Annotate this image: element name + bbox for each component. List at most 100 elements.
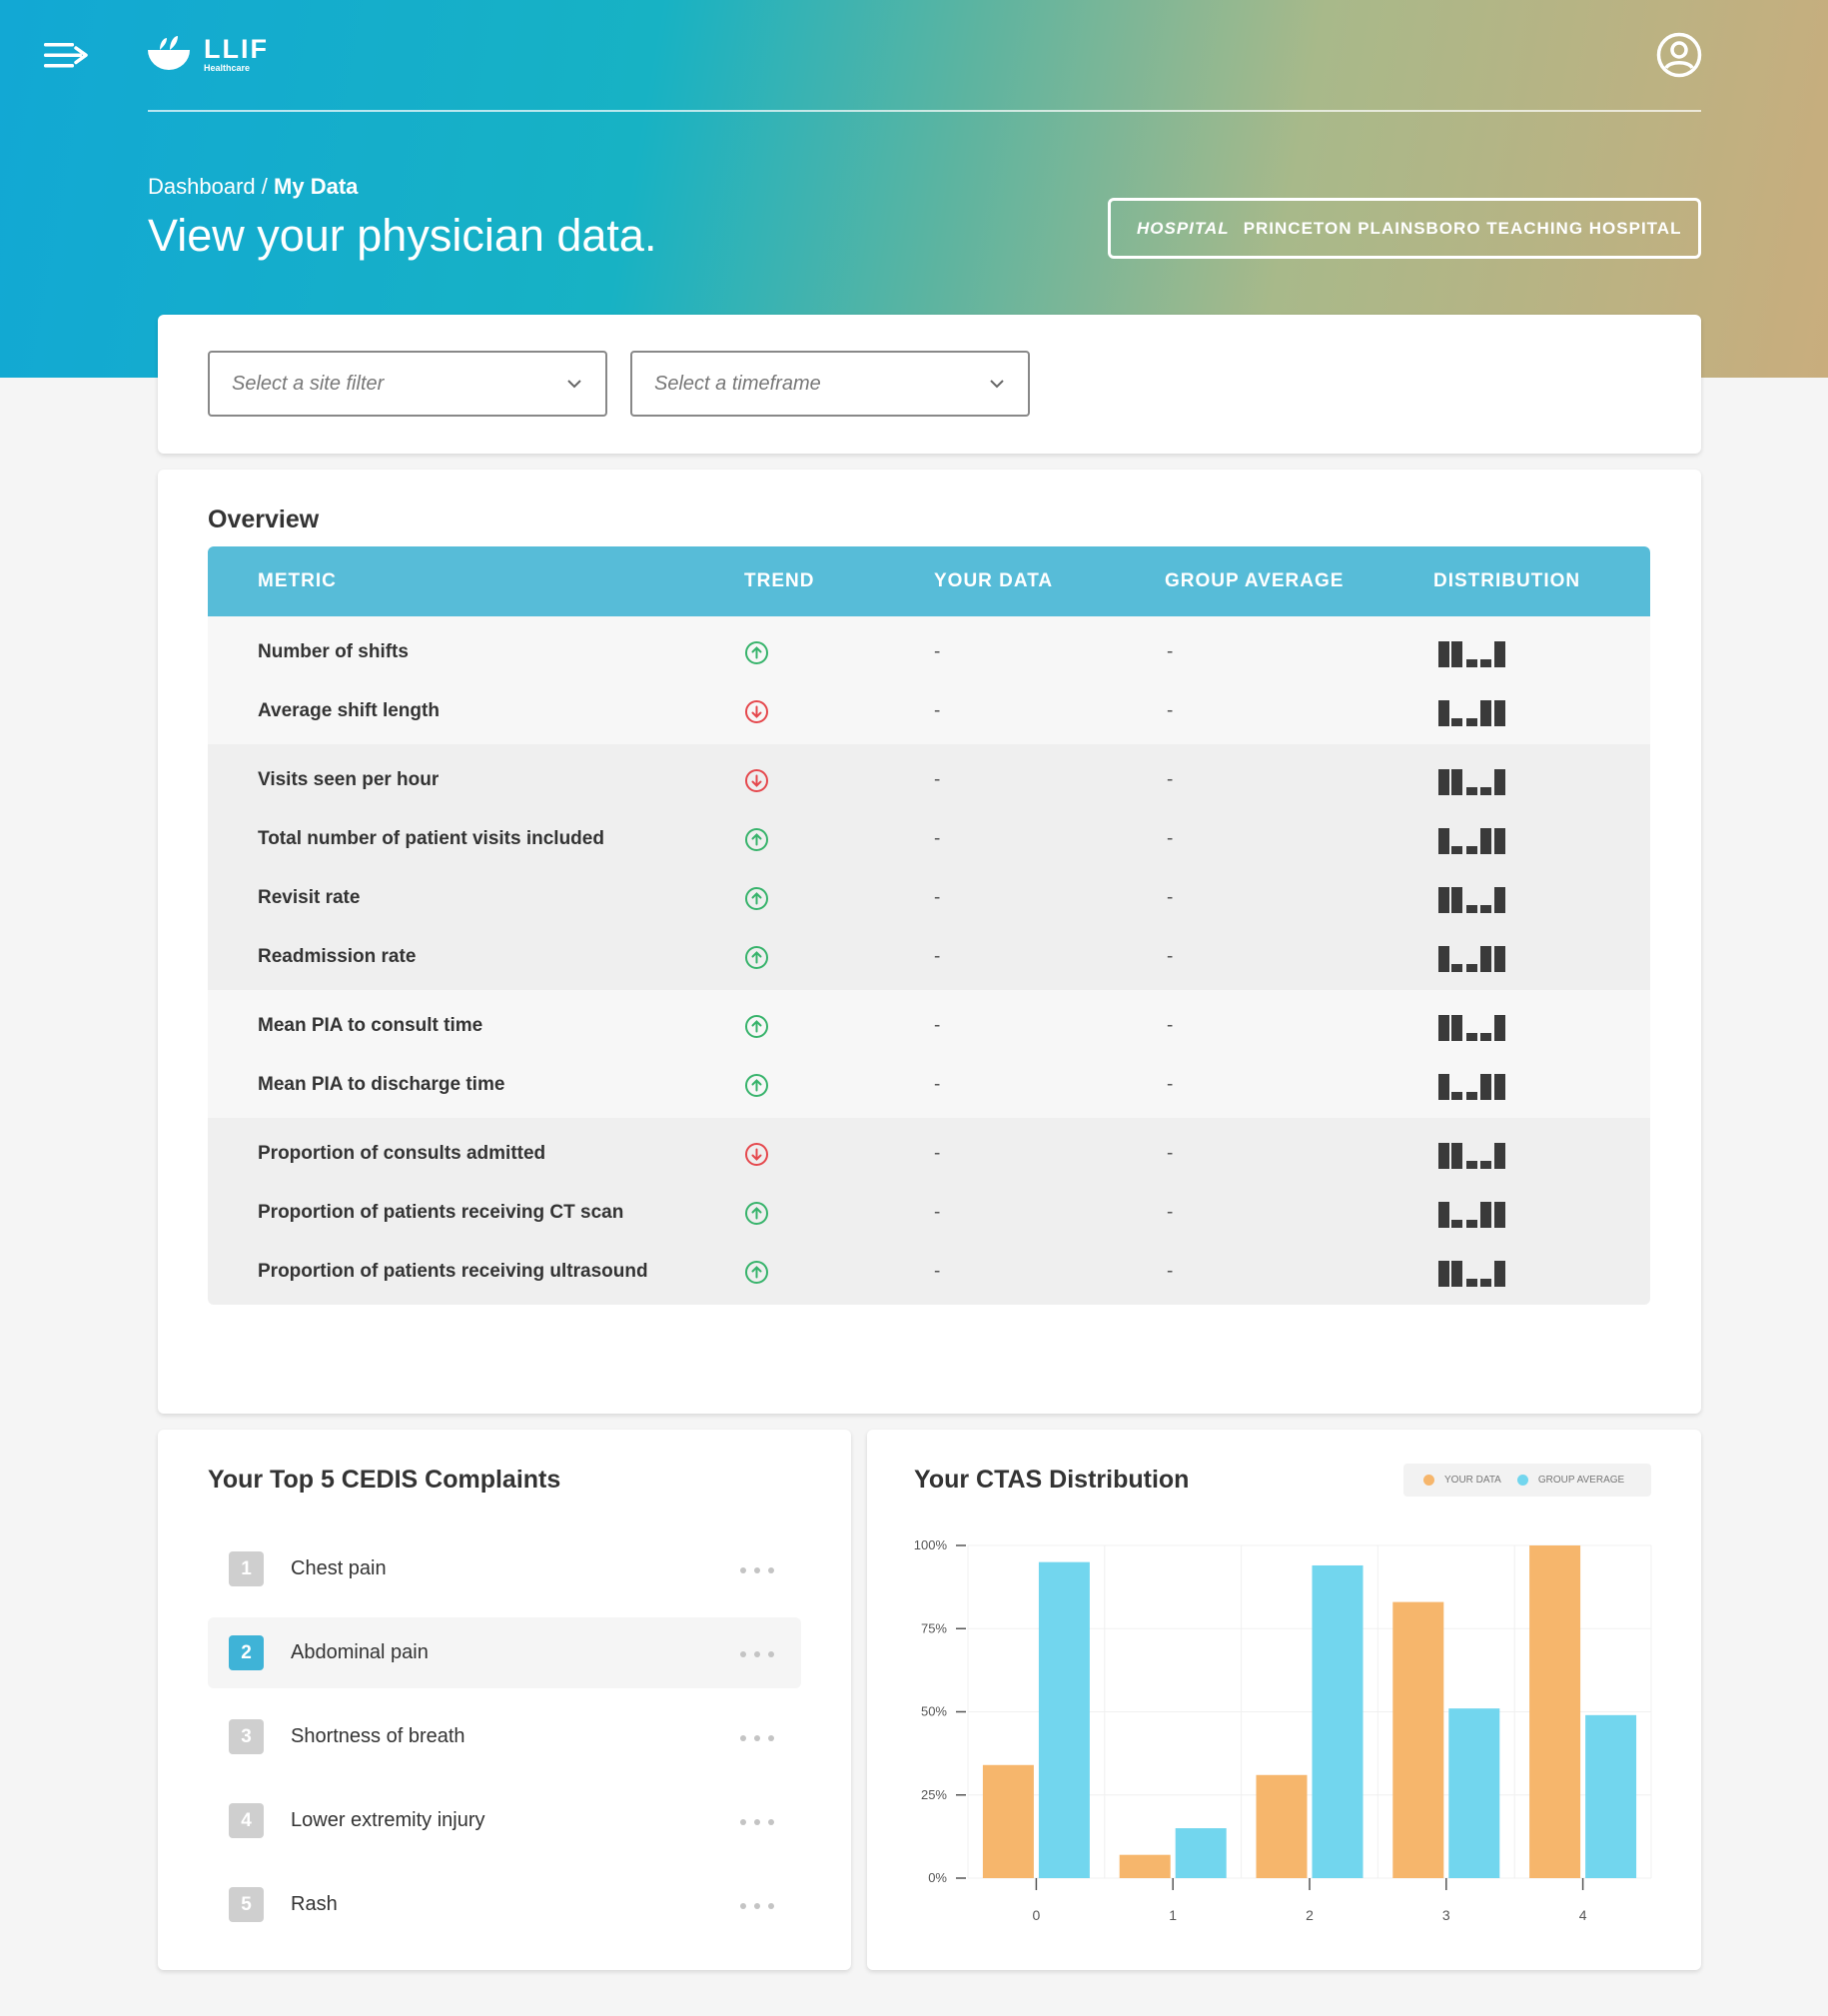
table-row[interactable]: Revisit rate - - [208, 867, 1650, 926]
y-tick-label: 0% [928, 1870, 947, 1885]
overview-table: METRIC TREND YOUR DATA GROUP AVERAGE DIS… [208, 546, 1650, 1305]
hospital-selector[interactable]: HOSPITAL PRINCETON PLAINSBORO TEACHING H… [1108, 198, 1701, 259]
your-data-value: - [934, 1074, 941, 1095]
brand-logo[interactable]: LLIF Healthcare [146, 34, 269, 74]
complaint-rank-badge: 1 [229, 1551, 264, 1586]
complaint-list-item[interactable]: 2 Abdominal pain [208, 1617, 801, 1688]
trend-down-icon [745, 1143, 768, 1166]
bar-group-average[interactable] [1585, 1714, 1637, 1878]
table-row[interactable]: Visits seen per hour - - [208, 749, 1650, 808]
x-tick-label: 3 [1442, 1907, 1450, 1923]
your-data-value: - [934, 769, 941, 790]
bar-group-average[interactable] [1312, 1564, 1364, 1878]
group-average-value: - [1167, 641, 1174, 662]
metric-group: Visits seen per hour - - Total number of pa… [208, 744, 1650, 990]
metric-group: Proportion of consults admitted - - Proport… [208, 1118, 1650, 1305]
table-row[interactable]: Total number of patient visits included -… [208, 808, 1650, 867]
complaint-list-item[interactable]: 4 Lower extremity injury [208, 1785, 801, 1856]
distribution-sparkbar-icon [1438, 828, 1505, 854]
table-row[interactable]: Proportion of consults admitted - - [208, 1123, 1650, 1182]
header-distribution[interactable]: DISTRIBUTION [1433, 570, 1580, 592]
bar-your-data[interactable] [1256, 1774, 1308, 1878]
cedis-title: Your Top 5 CEDIS Complaints [208, 1466, 561, 1494]
distribution-sparkbar-icon [1438, 946, 1505, 972]
distribution-sparkbar-icon [1438, 887, 1505, 913]
more-options-icon[interactable] [740, 1735, 774, 1741]
trend-up-icon [745, 1015, 768, 1038]
distribution-sparkbar-icon [1438, 1015, 1505, 1041]
y-tick-label: 25% [921, 1787, 947, 1802]
table-row[interactable]: Proportion of patients receiving ultraso… [208, 1241, 1650, 1300]
breadcrumb-current: My Data [274, 174, 359, 199]
bar-your-data[interactable] [982, 1764, 1034, 1878]
your-data-value: - [934, 1202, 941, 1223]
more-options-icon[interactable] [740, 1567, 774, 1573]
brand-subtitle: Healthcare [204, 63, 251, 73]
menu-icon[interactable] [44, 40, 88, 70]
more-options-icon[interactable] [740, 1903, 774, 1909]
complaint-list-item[interactable]: 3 Shortness of breath [208, 1701, 801, 1772]
group-average-value: - [1167, 1015, 1174, 1036]
bar-group-average[interactable] [1038, 1561, 1090, 1878]
trend-up-icon [745, 828, 768, 851]
complaint-rank-badge: 2 [229, 1635, 264, 1670]
complaint-label: Rash [291, 1893, 338, 1915]
cedis-list: 1 Chest pain 2 Abdominal pain 3 Shortness of … [208, 1533, 801, 1953]
breadcrumb-dashboard[interactable]: Dashboard [148, 174, 256, 199]
metric-group: Mean PIA to consult time - - Mean PIA to di… [208, 990, 1650, 1118]
table-row[interactable]: Readmission rate - - [208, 926, 1650, 985]
complaint-label: Lower extremity injury [291, 1809, 485, 1831]
more-options-icon[interactable] [740, 1819, 774, 1825]
table-body: Number of shifts - - Average shift length - -… [208, 616, 1650, 1305]
metric-name: Mean PIA to consult time [258, 1015, 483, 1036]
site-filter-select[interactable]: Select a site filter [208, 351, 607, 417]
metric-name: Proportion of patients receiving ultraso… [258, 1261, 648, 1282]
more-options-icon[interactable] [740, 1651, 774, 1657]
bowl-logo-icon [148, 36, 190, 70]
trend-up-icon [745, 887, 768, 910]
group-average-value: - [1167, 887, 1174, 908]
table-row[interactable]: Mean PIA to consult time - - [208, 995, 1650, 1054]
header-metric[interactable]: METRIC [258, 570, 337, 592]
x-tick-label: 2 [1306, 1907, 1314, 1923]
group-average-value: - [1167, 769, 1174, 790]
metric-name: Total number of patient visits included [258, 828, 604, 849]
hospital-label: HOSPITAL [1137, 218, 1230, 238]
table-row[interactable]: Average shift length - - [208, 680, 1650, 739]
bar-your-data[interactable] [1392, 1601, 1444, 1878]
y-tick-label: 50% [921, 1704, 947, 1719]
metric-name: Proportion of patients receiving CT scan [258, 1202, 624, 1223]
breadcrumb: Dashboard / My Data [148, 174, 358, 200]
ctas-bar-chart: 0% 25% 50% 75% 100% 0 1 2 3 4 [914, 1537, 1652, 1923]
complaint-list-item[interactable]: 5 Rash [208, 1869, 801, 1940]
distribution-sparkbar-icon [1438, 641, 1505, 667]
metric-name: Average shift length [258, 700, 440, 721]
group-average-value: - [1167, 1074, 1174, 1095]
header-trend[interactable]: TREND [744, 570, 814, 592]
bar-group-average[interactable] [1448, 1708, 1500, 1878]
user-account-icon[interactable] [1656, 32, 1702, 78]
hospital-name: PRINCETON PLAINSBORO TEACHING HOSPITAL [1243, 218, 1682, 238]
timeframe-select[interactable]: Select a timeframe [630, 351, 1030, 417]
header-group-average[interactable]: GROUP AVERAGE [1165, 570, 1344, 592]
trend-up-icon [745, 1261, 768, 1284]
your-data-value: - [934, 1143, 941, 1164]
header-your-data[interactable]: YOUR DATA [934, 570, 1053, 592]
bar-group-average[interactable] [1175, 1828, 1227, 1878]
x-tick-label: 4 [1579, 1907, 1587, 1923]
complaint-label: Shortness of breath [291, 1725, 465, 1747]
page-title: View your physician data. [148, 210, 657, 261]
filter-card: Select a site filter Select a timeframe [158, 315, 1701, 454]
complaint-label: Abdominal pain [291, 1641, 429, 1663]
table-row[interactable]: Proportion of patients receiving CT scan… [208, 1182, 1650, 1241]
distribution-sparkbar-icon [1438, 1074, 1505, 1100]
overview-card: Overview METRIC TREND YOUR DATA GROUP AV… [158, 470, 1701, 1414]
ctas-card: Your CTAS Distribution YOUR DATA GROUP A… [867, 1430, 1701, 1970]
complaint-list-item[interactable]: 1 Chest pain [208, 1533, 801, 1604]
distribution-sparkbar-icon [1438, 1261, 1505, 1287]
bar-your-data[interactable] [1119, 1854, 1171, 1878]
table-row[interactable]: Mean PIA to discharge time - - [208, 1054, 1650, 1113]
breadcrumb-separator: / [261, 174, 268, 199]
bar-your-data[interactable] [1529, 1545, 1581, 1878]
table-row[interactable]: Number of shifts - - [208, 621, 1650, 680]
